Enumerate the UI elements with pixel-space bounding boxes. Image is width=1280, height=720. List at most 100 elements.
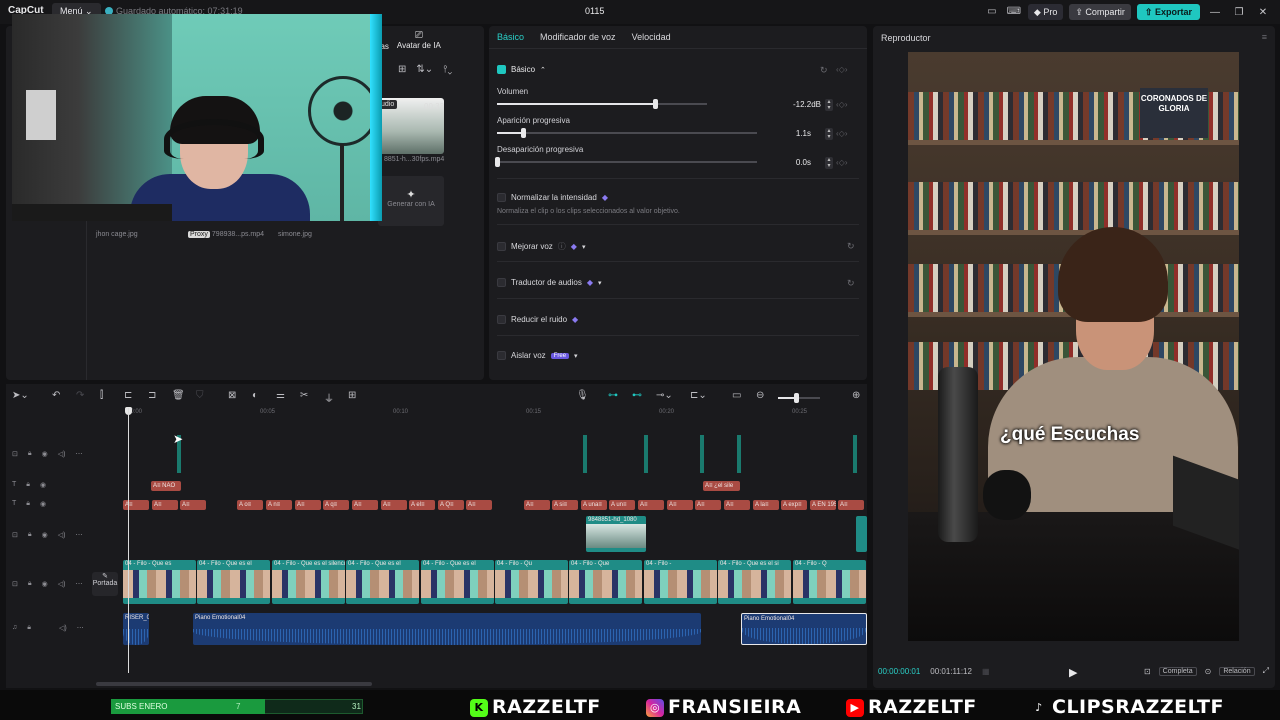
fade-in-slider-knob[interactable] bbox=[521, 128, 526, 138]
shield-icon[interactable]: ⛉ bbox=[196, 390, 204, 401]
video-clip[interactable]: 04 - Filo - Que es el bbox=[346, 560, 419, 604]
tab-speed[interactable]: Velocidad bbox=[632, 32, 671, 42]
sort-icon[interactable]: ⇅⌄ bbox=[416, 64, 433, 75]
effect-clip[interactable] bbox=[853, 435, 857, 473]
video-clip[interactable]: 04 - Filo - Que bbox=[569, 560, 642, 604]
chevron-down-icon[interactable]: ▾ bbox=[598, 279, 602, 287]
volume-value[interactable]: -12.2dB bbox=[785, 100, 821, 109]
chevron-down-icon[interactable]: ▾ bbox=[574, 352, 578, 360]
eye-icon[interactable]: ◉ bbox=[42, 450, 48, 458]
text-clip[interactable]: A≡ bbox=[466, 500, 492, 510]
audio-clip-selected[interactable]: Piano Emotional04 bbox=[741, 613, 867, 645]
text-clip[interactable]: A≡ bbox=[180, 500, 206, 510]
more-icon[interactable]: ⋯ bbox=[77, 624, 84, 632]
eye-icon[interactable]: ◉ bbox=[42, 531, 48, 539]
text-clip[interactable]: A≡ NAO bbox=[151, 481, 181, 491]
normalize-toggle[interactable]: Normalizar la intensidad ◆ bbox=[497, 193, 608, 202]
tab-voice-changer[interactable]: Modificador de voz bbox=[540, 32, 616, 42]
video-clip[interactable]: 04 - Filo - Q bbox=[793, 560, 866, 604]
text-clip[interactable]: A un≡ bbox=[609, 500, 635, 510]
undo-icon[interactable]: ↶ bbox=[52, 390, 60, 401]
isolate-voice-checkbox[interactable] bbox=[497, 351, 506, 360]
auto-cut-icon[interactable]: ✂ bbox=[300, 390, 308, 401]
pro-button[interactable]: ◆ Pro bbox=[1027, 4, 1064, 20]
text-clip[interactable]: A≡ bbox=[638, 500, 664, 510]
more-icon[interactable]: ⋯ bbox=[75, 450, 82, 458]
microphone-icon[interactable]: 🎙 bbox=[576, 390, 589, 401]
timeline-ruler[interactable]: 00:00 00:05 00:10 00:15 00:20 00:25 bbox=[123, 407, 867, 419]
text-clip[interactable]: A≡ bbox=[524, 500, 550, 510]
eye-icon[interactable]: ◉ bbox=[40, 500, 46, 508]
zoom-in-icon[interactable]: ⊕ bbox=[852, 390, 860, 401]
enhance-voice-toggle[interactable]: Mejorar voz ⓘ ◆ ▾ bbox=[497, 241, 585, 252]
overlay-video-clip[interactable] bbox=[856, 516, 867, 552]
enhance-voice-checkbox[interactable] bbox=[497, 242, 506, 251]
grid-icon[interactable]: ▦ bbox=[982, 667, 990, 676]
split-left-icon[interactable]: ⊏ bbox=[124, 390, 132, 401]
fade-out-stepper[interactable]: ▴ ▾ bbox=[825, 157, 833, 169]
text-clip[interactable]: A≡ bbox=[152, 500, 178, 510]
chevron-down-icon[interactable]: ▾ bbox=[582, 243, 586, 251]
lock-icon[interactable]: 🔒︎ bbox=[26, 481, 30, 489]
video-clip[interactable]: 04 - Filo - Que es el bbox=[421, 560, 494, 604]
fade-in-value[interactable]: 1.1s bbox=[775, 129, 811, 138]
mask-icon[interactable]: ◐ bbox=[252, 390, 258, 401]
text-clip[interactable]: A si≡ bbox=[552, 500, 578, 510]
text-clip[interactable]: A EN 1952≡ bbox=[810, 500, 836, 510]
basic-checkbox[interactable] bbox=[497, 65, 506, 74]
eye-icon[interactable]: ◉ bbox=[42, 580, 48, 588]
link-icon[interactable]: ⊷ bbox=[632, 390, 642, 401]
lock-icon[interactable]: 🔒︎ bbox=[27, 624, 31, 632]
eye-icon[interactable]: ◉ bbox=[40, 481, 46, 489]
video-clip[interactable]: 04 - Filo - Que es el bbox=[197, 560, 270, 604]
play-icon[interactable]: ▶ bbox=[1069, 666, 1077, 679]
text-clip[interactable]: A exp≡ bbox=[781, 500, 807, 510]
keyframe-icon[interactable]: ‹◇› bbox=[836, 100, 847, 109]
text-clip[interactable]: A la≡ bbox=[753, 500, 779, 510]
effect-clip[interactable] bbox=[737, 435, 741, 473]
shortcuts-icon[interactable]: ⌨ bbox=[1006, 5, 1022, 19]
keyframe-icon[interactable]: ‹◇› bbox=[836, 158, 847, 167]
chevron-up-icon[interactable]: ⌃ bbox=[540, 66, 546, 74]
lock-icon[interactable]: 🔒︎ bbox=[28, 580, 32, 588]
text-clip[interactable]: A≡ bbox=[381, 500, 407, 510]
video-clip[interactable]: 04 - Filo - Que es el silencio_M bbox=[272, 560, 345, 604]
text-clip[interactable]: A≡ ¿el sile bbox=[703, 481, 740, 491]
keyframe-icon[interactable]: ‹◇› bbox=[836, 129, 847, 138]
effect-clip[interactable] bbox=[644, 435, 648, 473]
effect-clip[interactable] bbox=[700, 435, 704, 473]
speaker-icon[interactable]: ◁) bbox=[58, 531, 66, 539]
text-clip[interactable]: A≡ bbox=[667, 500, 693, 510]
audio-split-icon[interactable]: ⏚ bbox=[324, 390, 334, 405]
preview-axis-icon[interactable]: ⊸⌄ bbox=[656, 390, 673, 401]
magnet-icon[interactable]: ⊶ bbox=[608, 390, 618, 401]
text-clip[interactable]: A≡ bbox=[695, 500, 721, 510]
audio-clip[interactable]: Piano Emotional04 bbox=[193, 613, 701, 645]
text-clip[interactable]: A o≡ bbox=[237, 500, 263, 510]
speaker-icon[interactable]: ◁) bbox=[58, 450, 66, 458]
keyframe-icon[interactable]: ‹◇› bbox=[836, 65, 847, 74]
filter-icon[interactable]: ⫯⌄ bbox=[443, 64, 452, 75]
text-clip[interactable]: A≡ bbox=[352, 500, 378, 510]
export-button[interactable]: ⇧ Exportar bbox=[1136, 4, 1200, 20]
more-icon[interactable]: ⋯ bbox=[75, 580, 82, 588]
reset-icon[interactable]: ↻ bbox=[847, 278, 855, 289]
volume-slider-knob[interactable] bbox=[653, 99, 658, 109]
text-clip[interactable]: A≡ bbox=[123, 500, 149, 510]
zoom-slider-knob[interactable] bbox=[794, 393, 799, 403]
minimize-icon[interactable]: — bbox=[1206, 7, 1224, 18]
maximize-icon[interactable]: ❐ bbox=[1230, 7, 1248, 18]
text-clip[interactable]: A≡ bbox=[724, 500, 750, 510]
video-clip[interactable]: 04 - Filo - Que es el si bbox=[718, 560, 791, 604]
share-button[interactable]: ⇪ Compartir bbox=[1069, 4, 1131, 20]
delete-icon[interactable]: 🗑 bbox=[172, 390, 185, 401]
grid-view-icon[interactable]: ⊞ bbox=[398, 64, 406, 75]
text-clip[interactable]: A n≡ bbox=[266, 500, 292, 510]
reduce-noise-checkbox[interactable] bbox=[497, 315, 506, 324]
crop-icon[interactable]: ⊞ bbox=[348, 390, 356, 401]
audio-translator-toggle[interactable]: Traductor de audios ◆ ▾ bbox=[497, 278, 602, 287]
text-clip[interactable]: A q≡ bbox=[323, 500, 349, 510]
reduce-noise-toggle[interactable]: Reducir el ruido ◆ bbox=[497, 315, 578, 324]
cover-button[interactable]: ✎ Portada bbox=[92, 572, 118, 596]
effect-clip[interactable] bbox=[583, 435, 587, 473]
